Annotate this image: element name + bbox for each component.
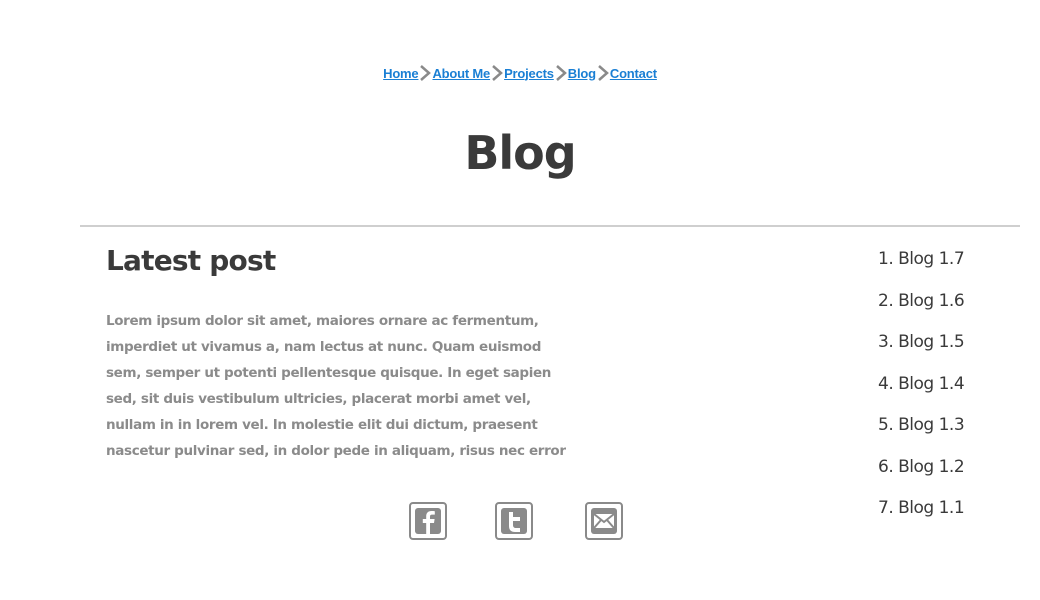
chevron-right-icon (490, 64, 504, 82)
post-line: nullam in in lorem vel. In molestie elit… (106, 417, 538, 433)
breadcrumb-contact-link[interactable]: Contact (610, 66, 657, 81)
blog-list-item[interactable]: 3. Blog 1.5 (878, 332, 965, 374)
blog-list: 1. Blog 1.7 2. Blog 1.6 3. Blog 1.5 4. B… (878, 249, 965, 540)
breadcrumb-blog-link[interactable]: Blog (568, 66, 596, 81)
blog-list-item[interactable]: 1. Blog 1.7 (878, 249, 965, 291)
breadcrumb-projects-link[interactable]: Projects (504, 66, 554, 81)
divider (80, 225, 1020, 227)
blog-list-item[interactable]: 7. Blog 1.1 (878, 498, 965, 540)
chevron-right-icon (596, 64, 610, 82)
facebook-button[interactable] (409, 502, 447, 540)
latest-post-heading: Latest post (106, 244, 276, 277)
twitter-icon (501, 508, 527, 534)
post-line: sem, semper ut potenti pellentesque quis… (106, 365, 552, 381)
breadcrumb-about-link[interactable]: About Me (432, 66, 490, 81)
page: Home About Me Projects Blog Contact Blog… (0, 0, 1040, 600)
blog-list-item[interactable]: 2. Blog 1.6 (878, 291, 965, 333)
facebook-icon (415, 508, 441, 534)
page-title: Blog (464, 126, 576, 180)
twitter-button[interactable] (495, 502, 533, 540)
mail-icon (591, 508, 617, 534)
breadcrumb-home-link[interactable]: Home (383, 66, 419, 81)
post-line: Lorem ipsum dolor sit amet, maiores orna… (106, 313, 539, 329)
post-line: nascetur pulvinar sed, in dolor pede in … (106, 443, 566, 459)
chevron-right-icon (418, 64, 432, 82)
post-body: Lorem ipsum dolor sit amet, maiores orna… (106, 308, 576, 464)
blog-list-item[interactable]: 5. Blog 1.3 (878, 415, 965, 457)
chevron-right-icon (554, 64, 568, 82)
post-line: imperdiet ut vivamus a, nam lectus at nu… (106, 339, 542, 355)
breadcrumb: Home About Me Projects Blog Contact (0, 64, 1040, 82)
mail-button[interactable] (585, 502, 623, 540)
blog-list-item[interactable]: 6. Blog 1.2 (878, 457, 965, 499)
blog-list-item[interactable]: 4. Blog 1.4 (878, 374, 965, 416)
post-line: sed, sit duis vestibulum ultricies, plac… (106, 391, 531, 407)
